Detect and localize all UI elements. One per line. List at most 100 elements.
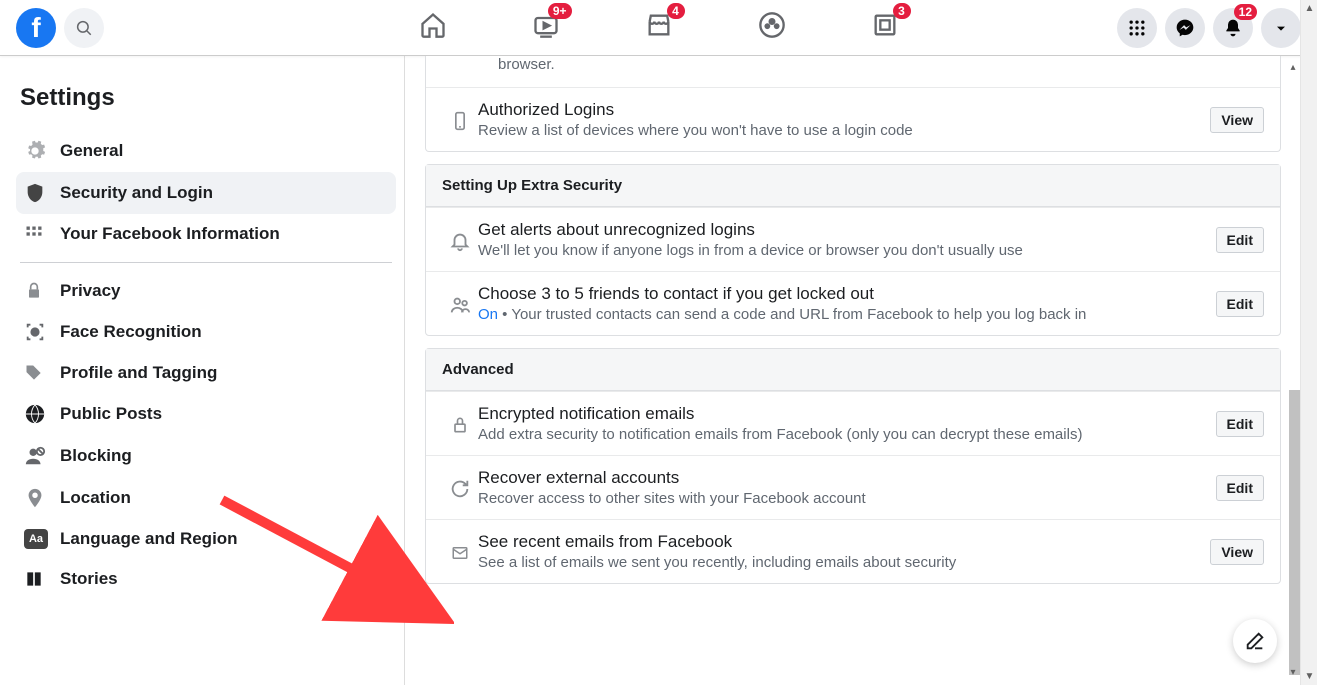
edit-icon: [1244, 630, 1266, 652]
row-desc: Review a list of devices where you won't…: [478, 122, 1210, 139]
row-friends: Choose 3 to 5 friends to contact if you …: [426, 271, 1280, 335]
search-icon: [75, 19, 93, 37]
facebook-logo[interactable]: f: [16, 8, 56, 48]
edit-button[interactable]: Edit: [1216, 291, 1264, 317]
notifications-button[interactable]: 12: [1213, 8, 1253, 48]
groups-icon: [758, 11, 786, 39]
chevron-down-icon: [1273, 20, 1289, 36]
section-header: Setting Up Extra Security: [426, 165, 1280, 207]
sidebar-label: Blocking: [60, 446, 132, 466]
row-desc: See a list of emails we sent you recentl…: [478, 554, 1210, 571]
pin-icon: [24, 487, 60, 509]
sidebar-label: Language and Region: [60, 529, 238, 549]
section-top-partial: browser. Authorized Logins Review a list…: [425, 56, 1281, 152]
sidebar-item-stories[interactable]: Stories: [16, 559, 396, 599]
sidebar-item-blocking[interactable]: Blocking: [16, 435, 396, 477]
row-title: Recover external accounts: [478, 468, 1216, 488]
partial-row-desc: browser.: [426, 56, 1280, 87]
main-content: browser. Authorized Logins Review a list…: [405, 56, 1317, 685]
row-recover: Recover external accounts Recover access…: [426, 455, 1280, 519]
center-nav: 9+ 4 3: [419, 11, 899, 44]
sidebar-item-information[interactable]: Your Facebook Information: [16, 214, 396, 254]
scroll-thumb[interactable]: [1289, 390, 1300, 675]
scroll-down-icon[interactable]: ▾: [1286, 667, 1300, 678]
sidebar-item-general[interactable]: General: [16, 130, 396, 172]
bell-icon: [1223, 18, 1243, 38]
edit-button[interactable]: Edit: [1216, 227, 1264, 253]
edit-button[interactable]: Edit: [1216, 411, 1264, 437]
row-title: See recent emails from Facebook: [478, 532, 1210, 552]
content-scrollbar[interactable]: ▴ ▾: [1286, 60, 1300, 680]
view-button[interactable]: View: [1210, 107, 1264, 133]
settings-sidebar: Settings General Security and Login Your…: [0, 56, 405, 685]
sidebar-label: Location: [60, 488, 131, 508]
row-alerts: Get alerts about unrecognized logins We'…: [426, 207, 1280, 271]
search-button[interactable]: [64, 8, 104, 48]
account-button[interactable]: [1261, 8, 1301, 48]
row-recent-emails: See recent emails from Facebook See a li…: [426, 519, 1280, 583]
marketplace-tab[interactable]: 4: [645, 11, 673, 44]
sidebar-label: Your Facebook Information: [60, 224, 280, 244]
sidebar-label: Face Recognition: [60, 322, 202, 342]
messenger-icon: [1175, 18, 1195, 38]
sidebar-item-tagging[interactable]: Profile and Tagging: [16, 353, 396, 393]
scroll-down-icon[interactable]: ▼: [1301, 668, 1317, 685]
floating-edit-button[interactable]: [1233, 619, 1277, 663]
watch-tab[interactable]: 9+: [532, 11, 560, 44]
row-title: Authorized Logins: [478, 100, 1210, 120]
marketplace-badge: 4: [667, 3, 685, 19]
edit-button[interactable]: Edit: [1216, 475, 1264, 501]
sidebar-divider: [20, 262, 392, 263]
gaming-tab[interactable]: 3: [871, 11, 899, 44]
home-tab[interactable]: [419, 11, 447, 44]
scroll-up-icon[interactable]: ▲: [1301, 0, 1317, 17]
sidebar-label: Security and Login: [60, 183, 213, 203]
section-header: Advanced: [426, 349, 1280, 391]
scroll-up-icon[interactable]: ▴: [1286, 62, 1300, 73]
watch-badge: 9+: [548, 3, 572, 19]
sidebar-item-privacy[interactable]: Privacy: [16, 271, 396, 311]
sidebar-item-face[interactable]: Face Recognition: [16, 311, 396, 353]
book-icon: [24, 569, 60, 589]
page-scrollbar[interactable]: ▲ ▼: [1300, 0, 1317, 685]
view-button[interactable]: View: [1210, 539, 1264, 565]
gaming-badge: 3: [893, 3, 911, 19]
grid-icon: [24, 224, 60, 244]
refresh-icon: [442, 476, 478, 500]
tag-icon: [24, 363, 60, 383]
groups-tab[interactable]: [758, 11, 786, 44]
messenger-button[interactable]: [1165, 8, 1205, 48]
language-icon: Aa: [24, 529, 60, 549]
section-advanced: Advanced Encrypted notification emails A…: [425, 348, 1281, 584]
row-desc: Add extra security to notification email…: [478, 426, 1216, 443]
globe-icon: [24, 403, 60, 425]
sidebar-label: Profile and Tagging: [60, 363, 217, 383]
page-title: Settings: [20, 84, 392, 112]
row-authorized-logins: Authorized Logins Review a list of devic…: [426, 87, 1280, 151]
right-controls: 12: [1117, 8, 1301, 48]
sidebar-label: General: [60, 141, 123, 161]
row-title: Encrypted notification emails: [478, 404, 1216, 424]
phone-icon: [442, 107, 478, 133]
menu-grid-icon: [1127, 18, 1147, 38]
alert-bell-icon: [442, 228, 478, 252]
row-desc: We'll let you know if anyone logs in fro…: [478, 242, 1216, 259]
gear-icon: [24, 140, 60, 162]
sidebar-label: Stories: [60, 569, 118, 589]
sidebar-label: Public Posts: [60, 404, 162, 424]
section-extra-security: Setting Up Extra Security Get alerts abo…: [425, 164, 1281, 336]
row-desc: Recover access to other sites with your …: [478, 490, 1216, 507]
shield-icon: [24, 182, 60, 204]
lock-icon: [24, 281, 60, 301]
sidebar-item-location[interactable]: Location: [16, 477, 396, 519]
sidebar-item-public[interactable]: Public Posts: [16, 393, 396, 435]
row-title: Get alerts about unrecognized logins: [478, 220, 1216, 240]
sidebar-item-security[interactable]: Security and Login: [16, 172, 396, 214]
sidebar-label: Privacy: [60, 281, 121, 301]
menu-button[interactable]: [1117, 8, 1157, 48]
sidebar-item-language[interactable]: Aa Language and Region: [16, 519, 396, 559]
row-title: Choose 3 to 5 friends to contact if you …: [478, 284, 1216, 304]
friends-icon: [442, 292, 478, 316]
home-icon: [419, 11, 447, 39]
notifications-badge: 12: [1234, 4, 1257, 20]
